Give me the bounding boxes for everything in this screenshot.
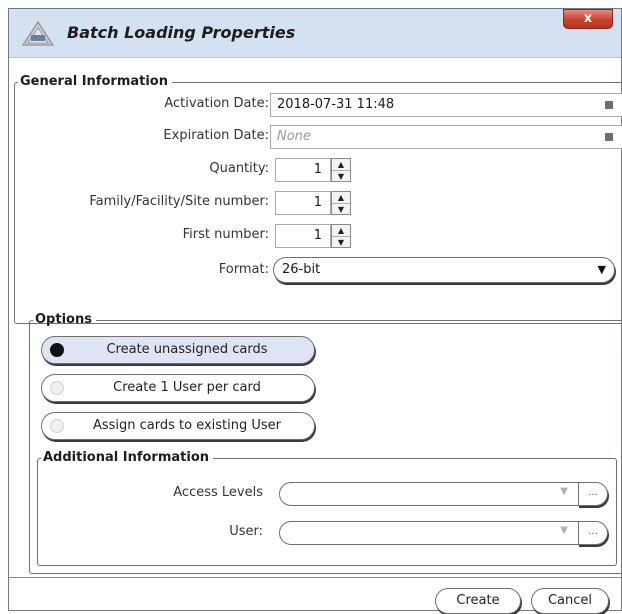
title-bar[interactable]: Batch Loading Properties x bbox=[9, 9, 621, 58]
window-title: Batch Loading Properties bbox=[67, 23, 296, 42]
spin-down-icon[interactable]: ▼ bbox=[332, 204, 350, 215]
radio-unselected-icon[interactable] bbox=[50, 381, 64, 395]
spin-up-icon[interactable]: ▲ bbox=[332, 192, 350, 204]
user-label: User: bbox=[229, 524, 263, 539]
spin-down-icon[interactable]: ▼ bbox=[332, 171, 350, 182]
activation-date-label: Activation Date: bbox=[164, 96, 269, 111]
dialog-window: Batch Loading Properties x General Infor… bbox=[8, 8, 622, 614]
dropdown-arrow-icon[interactable]: ▼ bbox=[598, 258, 606, 282]
access-levels-select[interactable]: ▼ bbox=[279, 482, 579, 506]
additional-information-legend: Additional Information bbox=[43, 450, 210, 465]
options-legend: Options bbox=[35, 312, 92, 327]
calendar-icon[interactable] bbox=[605, 133, 613, 141]
quantity-stepper[interactable]: ▲ ▼ bbox=[331, 158, 351, 182]
format-select[interactable]: 26-bit ▼ bbox=[273, 257, 615, 283]
create-button[interactable]: Create bbox=[435, 588, 521, 614]
batch-loading-app-icon bbox=[22, 21, 54, 46]
create-user-per-card-option[interactable]: Create 1 User per card bbox=[41, 374, 315, 402]
option-label: Create unassigned cards bbox=[106, 342, 268, 357]
assign-cards-existing-user-option[interactable]: Assign cards to existing User bbox=[41, 412, 315, 440]
expiration-date-label: Expiration Date: bbox=[163, 128, 269, 143]
user-browse-button[interactable]: ... bbox=[578, 521, 608, 545]
radio-unselected-icon[interactable] bbox=[50, 419, 64, 433]
additional-information-group: Additional Information bbox=[37, 450, 617, 566]
close-button[interactable]: x bbox=[563, 9, 613, 29]
calendar-icon[interactable] bbox=[605, 101, 613, 109]
quantity-label: Quantity: bbox=[209, 161, 269, 176]
activation-date-field[interactable]: 2018-07-31 11:48 bbox=[270, 93, 622, 117]
dropdown-arrow-icon[interactable]: ▼ bbox=[560, 525, 568, 536]
footer-separator bbox=[9, 577, 621, 578]
format-label: Format: bbox=[218, 262, 269, 277]
radio-selected-icon[interactable] bbox=[50, 343, 64, 357]
format-value: 26-bit bbox=[282, 262, 321, 277]
quantity-input[interactable]: 1 bbox=[275, 158, 331, 182]
option-label: Assign cards to existing User bbox=[92, 418, 282, 433]
create-unassigned-cards-option[interactable]: Create unassigned cards bbox=[41, 336, 315, 364]
general-information-legend: General Information bbox=[20, 74, 168, 89]
cancel-button[interactable]: Cancel bbox=[531, 588, 609, 614]
family-site-number-label: Family/Facility/Site number: bbox=[89, 194, 269, 209]
access-levels-label: Access Levels bbox=[173, 485, 263, 500]
spin-down-icon[interactable]: ▼ bbox=[332, 237, 350, 248]
option-label: Create 1 User per card bbox=[113, 380, 261, 395]
expiration-date-field[interactable]: None bbox=[270, 125, 622, 149]
first-number-label: First number: bbox=[182, 227, 269, 242]
spin-up-icon[interactable]: ▲ bbox=[332, 159, 350, 171]
dropdown-arrow-icon[interactable]: ▼ bbox=[560, 486, 568, 497]
user-select[interactable]: ▼ bbox=[279, 521, 579, 545]
access-levels-browse-button[interactable]: ... bbox=[578, 482, 608, 506]
family-site-number-stepper[interactable]: ▲ ▼ bbox=[331, 191, 351, 215]
spin-up-icon[interactable]: ▲ bbox=[332, 225, 350, 237]
first-number-input[interactable]: 1 bbox=[275, 224, 331, 248]
dialog-body: General Information Activation Date: 201… bbox=[9, 58, 622, 614]
first-number-stepper[interactable]: ▲ ▼ bbox=[331, 224, 351, 248]
family-site-number-input[interactable]: 1 bbox=[275, 191, 331, 215]
